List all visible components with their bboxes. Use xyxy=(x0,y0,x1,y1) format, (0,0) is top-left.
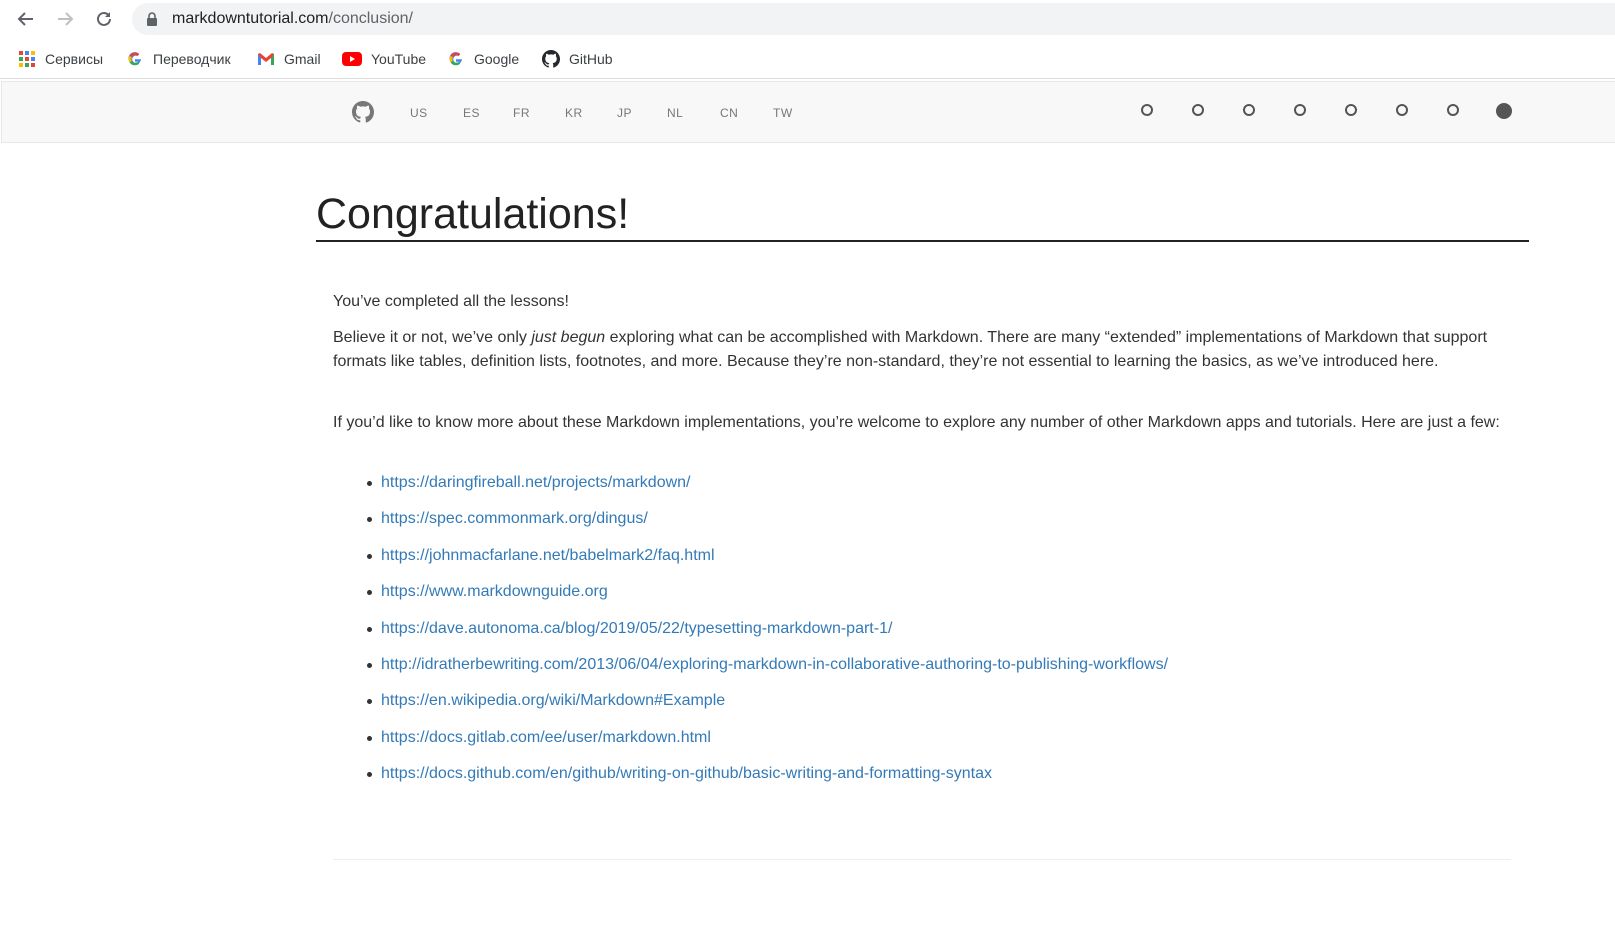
lang-link-kr[interactable]: KR xyxy=(565,106,583,120)
github-icon xyxy=(542,50,560,68)
github-repo-link[interactable] xyxy=(352,101,376,125)
lesson-dot-4[interactable] xyxy=(1294,104,1306,116)
resource-link[interactable]: https://en.wikipedia.org/wiki/Markdown#E… xyxy=(381,692,725,709)
resource-links-list: https://daringfireball.net/projects/mark… xyxy=(333,470,1168,798)
bookmark-label: YouTube xyxy=(371,51,427,67)
paragraph-text: Believe it or not, we’ve only xyxy=(333,329,532,346)
resource-link[interactable]: https://spec.commonmark.org/dingus/ xyxy=(381,510,648,527)
google-g-icon xyxy=(126,50,144,68)
lang-link-us[interactable]: US xyxy=(410,106,428,120)
bookmark-label: GitHub xyxy=(569,51,613,67)
apps-grid-icon xyxy=(18,50,36,68)
resource-link[interactable]: https://docs.gitlab.com/ee/user/markdown… xyxy=(381,729,711,746)
footer-divider xyxy=(333,859,1511,860)
youtube-icon xyxy=(342,50,362,68)
reload-button[interactable] xyxy=(91,6,117,32)
arrow-left-icon xyxy=(17,12,33,26)
list-item: https://docs.gitlab.com/ee/user/markdown… xyxy=(366,725,1168,761)
resource-link[interactable]: https://www.markdownguide.org xyxy=(381,583,608,600)
list-item: http://idratherbewriting.com/2013/06/04/… xyxy=(366,652,1168,688)
address-bar[interactable]: markdowntutorial.com/conclusion/ xyxy=(132,3,1615,35)
lock-icon xyxy=(147,12,157,26)
site-navbar: US ES FR KR JP NL CN TW xyxy=(1,81,1615,143)
lesson-dot-5[interactable] xyxy=(1345,104,1357,116)
lang-link-es[interactable]: ES xyxy=(463,106,480,120)
list-item: https://daringfireball.net/projects/mark… xyxy=(366,470,1168,506)
bookmark-google[interactable]: Google xyxy=(447,49,519,69)
lang-link-cn[interactable]: CN xyxy=(720,106,738,120)
arrow-right-icon xyxy=(58,12,74,26)
reload-icon xyxy=(97,11,111,26)
bookmark-gmail[interactable]: Gmail xyxy=(257,49,321,69)
bookmark-services[interactable]: Сервисы xyxy=(18,49,103,69)
bookmark-github[interactable]: GitHub xyxy=(542,49,613,69)
github-icon xyxy=(352,101,375,123)
list-item: https://en.wikipedia.org/wiki/Markdown#E… xyxy=(366,688,1168,724)
resource-link[interactable]: https://dave.autonoma.ca/blog/2019/05/22… xyxy=(381,620,892,637)
google-g-icon xyxy=(447,50,465,68)
lang-link-tw[interactable]: TW xyxy=(773,106,793,120)
forward-button[interactable] xyxy=(52,6,78,32)
lesson-dot-2[interactable] xyxy=(1192,104,1204,116)
bookmark-youtube[interactable]: YouTube xyxy=(342,49,426,69)
browser-toolbar: markdowntutorial.com/conclusion/ xyxy=(0,0,1615,38)
bookmark-label: Google xyxy=(474,51,520,67)
bookmark-label: Переводчик xyxy=(153,51,231,67)
gmail-icon xyxy=(257,50,275,68)
back-button[interactable] xyxy=(13,6,39,32)
lang-link-nl[interactable]: NL xyxy=(667,106,683,120)
list-item: https://dave.autonoma.ca/blog/2019/05/22… xyxy=(366,616,1168,652)
completion-paragraph: You’ve completed all the lessons! xyxy=(333,293,569,310)
list-item: https://docs.github.com/en/github/writin… xyxy=(366,761,1168,797)
list-item: https://spec.commonmark.org/dingus/ xyxy=(366,506,1168,542)
lesson-dot-1[interactable] xyxy=(1141,104,1153,116)
resources-paragraph: If you’d like to know more about these M… xyxy=(333,414,1500,431)
resource-link[interactable]: https://daringfireball.net/projects/mark… xyxy=(381,474,690,491)
resource-link[interactable]: http://idratherbewriting.com/2013/06/04/… xyxy=(381,656,1168,673)
lesson-dot-7[interactable] xyxy=(1447,104,1459,116)
bookmarks-bar: Сервисы Переводчик Gmail YouTube Google … xyxy=(0,40,1615,79)
bookmark-label: Сервисы xyxy=(45,51,104,67)
bookmark-translator[interactable]: Переводчик xyxy=(126,49,231,69)
lesson-dot-6[interactable] xyxy=(1396,104,1408,116)
url-text: markdowntutorial.com/conclusion/ xyxy=(172,10,413,27)
lesson-dot-3[interactable] xyxy=(1243,104,1255,116)
extended-paragraph: Believe it or not, we’ve only just begun… xyxy=(333,326,1508,374)
resource-link[interactable]: https://johnmacfarlane.net/babelmark2/fa… xyxy=(381,547,715,564)
resource-link[interactable]: https://docs.github.com/en/github/writin… xyxy=(381,765,992,782)
list-item: https://johnmacfarlane.net/babelmark2/fa… xyxy=(366,543,1168,579)
lang-link-jp[interactable]: JP xyxy=(617,106,632,120)
emphasis-text: just begun xyxy=(531,329,606,346)
bookmark-label: Gmail xyxy=(284,51,321,67)
lesson-dot-8-active[interactable] xyxy=(1496,103,1512,119)
lang-link-fr[interactable]: FR xyxy=(513,106,530,120)
page-title: Congratulations! xyxy=(316,188,1529,242)
list-item: https://www.markdownguide.org xyxy=(366,579,1168,615)
